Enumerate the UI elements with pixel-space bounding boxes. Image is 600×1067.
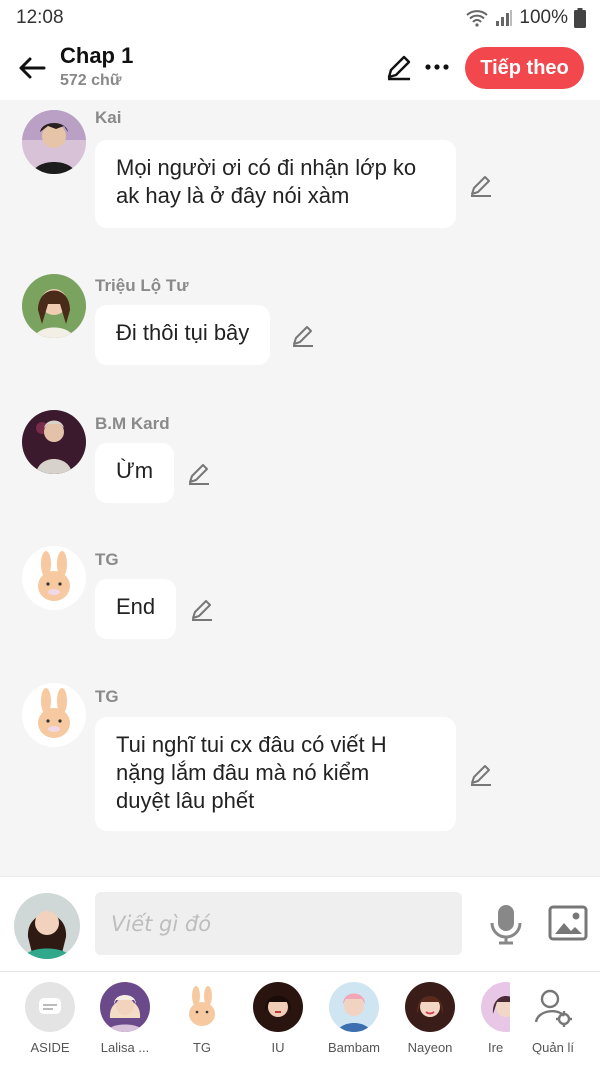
pencil-icon <box>189 464 209 485</box>
microphone-button[interactable] <box>488 903 524 945</box>
message-bubble[interactable]: Ừm <box>95 443 175 503</box>
chat-area: Kai Mọi người ơi có đi nhận lớp ko ak ha… <box>0 100 600 876</box>
status-icons: 100% <box>465 7 586 29</box>
bunny-icon <box>189 986 215 1026</box>
character-name: Nayeon <box>407 1040 453 1055</box>
signal-icon <box>496 10 513 26</box>
avatar-image <box>481 982 510 1032</box>
character-name: Ire <box>488 1040 504 1055</box>
avatar[interactable] <box>22 110 86 174</box>
pencil-icon <box>471 176 491 197</box>
next-chapter-button[interactable]: Tiếp theo <box>465 47 584 89</box>
pencil-icon <box>387 55 411 81</box>
character-bar: ASIDE Lalisa ... TG IU Bambam Nayeon Ire… <box>0 971 600 1067</box>
sender-name: Triệu Lộ Tư <box>95 276 189 295</box>
avatar-image <box>253 982 303 1032</box>
sender-name: Kai <box>95 108 122 127</box>
avatar-kai-image <box>22 110 86 174</box>
character-name: Lalisa ... <box>100 1040 150 1055</box>
message-bubble[interactable]: Tui nghĩ tui cx đâu có viết H nặng lắm đ… <box>95 717 456 831</box>
manage-icon-wrap <box>528 982 578 1032</box>
avatar <box>100 982 150 1032</box>
message-bubble[interactable]: End <box>95 579 177 639</box>
app-bar: Chap 1 572 chữ Tiếp theo <box>0 36 600 100</box>
avatar <box>405 982 455 1032</box>
character-name: TG <box>192 1040 212 1055</box>
avatar[interactable] <box>22 546 86 610</box>
character-iu[interactable]: IU <box>242 982 314 1062</box>
avatar-bm-kard-image <box>22 410 86 474</box>
aside-avatar <box>25 982 75 1032</box>
arrow-left-icon <box>19 57 46 79</box>
title-block: Chap 1 572 chữ <box>60 42 133 92</box>
message-bubble[interactable]: Đi thôi tụi bây <box>95 305 271 365</box>
sender-name: TG <box>95 687 119 706</box>
page-title: Chap 1 <box>60 43 134 68</box>
character-bambam[interactable]: Bambam <box>318 982 390 1062</box>
avatar <box>481 982 510 1032</box>
chat-bubble-icon <box>39 998 61 1014</box>
edit-message-button[interactable] <box>468 761 494 787</box>
microphone-icon <box>490 905 522 945</box>
avatar[interactable] <box>22 683 86 747</box>
character-aside[interactable]: ASIDE <box>14 982 86 1062</box>
more-horizontal-icon <box>425 64 449 70</box>
message-input[interactable] <box>95 892 462 955</box>
avatar[interactable] <box>22 274 86 338</box>
user-settings-icon <box>534 989 572 1027</box>
character-name: Bambam <box>327 1040 381 1055</box>
edit-message-button[interactable] <box>468 172 494 198</box>
pencil-icon <box>192 600 212 621</box>
manage-characters-button[interactable]: Quản lí <box>517 982 589 1062</box>
back-button[interactable] <box>14 50 50 86</box>
avatar-trieu-lo-tu-image <box>22 274 86 338</box>
wifi-icon <box>466 10 489 27</box>
edit-message-button[interactable] <box>189 596 215 622</box>
character-name: IU <box>271 1040 285 1055</box>
more-options-button[interactable] <box>422 52 452 82</box>
sender-name: TG <box>95 550 119 569</box>
battery-icon <box>574 8 586 28</box>
character-name: Quản lí <box>532 1040 574 1055</box>
avatar <box>253 982 303 1032</box>
insert-image-button[interactable] <box>548 905 588 941</box>
image-icon <box>548 905 588 941</box>
avatar <box>177 982 227 1032</box>
bunny-icon <box>22 683 86 747</box>
bunny-icon <box>22 546 86 610</box>
sender-name: B.M Kard <box>95 414 170 433</box>
avatar-image <box>329 982 379 1032</box>
character-name: ASIDE <box>30 1040 70 1055</box>
character-lalisa[interactable]: Lalisa ... <box>89 982 161 1062</box>
pencil-icon <box>293 326 313 347</box>
edit-message-button[interactable] <box>186 460 212 486</box>
avatar-image <box>100 982 150 1032</box>
avatar[interactable] <box>22 410 86 474</box>
battery-percent: 100% <box>519 7 568 28</box>
avatar-image <box>14 893 80 959</box>
pencil-icon <box>471 765 491 786</box>
character-ire[interactable]: Ire <box>470 982 510 1062</box>
avatar <box>329 982 379 1032</box>
avatar-image <box>405 982 455 1032</box>
character-tg[interactable]: TG <box>166 982 238 1062</box>
word-count: 572 chữ <box>60 72 122 89</box>
composer <box>0 876 600 971</box>
edit-chapter-button[interactable] <box>384 52 414 82</box>
status-bar: 12:08 100% <box>0 0 600 36</box>
edit-message-button[interactable] <box>290 322 316 348</box>
message-bubble[interactable]: Mọi người ơi có đi nhận lớp ko ak hay là… <box>95 140 456 228</box>
status-time: 12:08 <box>16 7 64 28</box>
current-character-avatar[interactable] <box>14 893 80 959</box>
character-nayeon[interactable]: Nayeon <box>394 982 466 1062</box>
